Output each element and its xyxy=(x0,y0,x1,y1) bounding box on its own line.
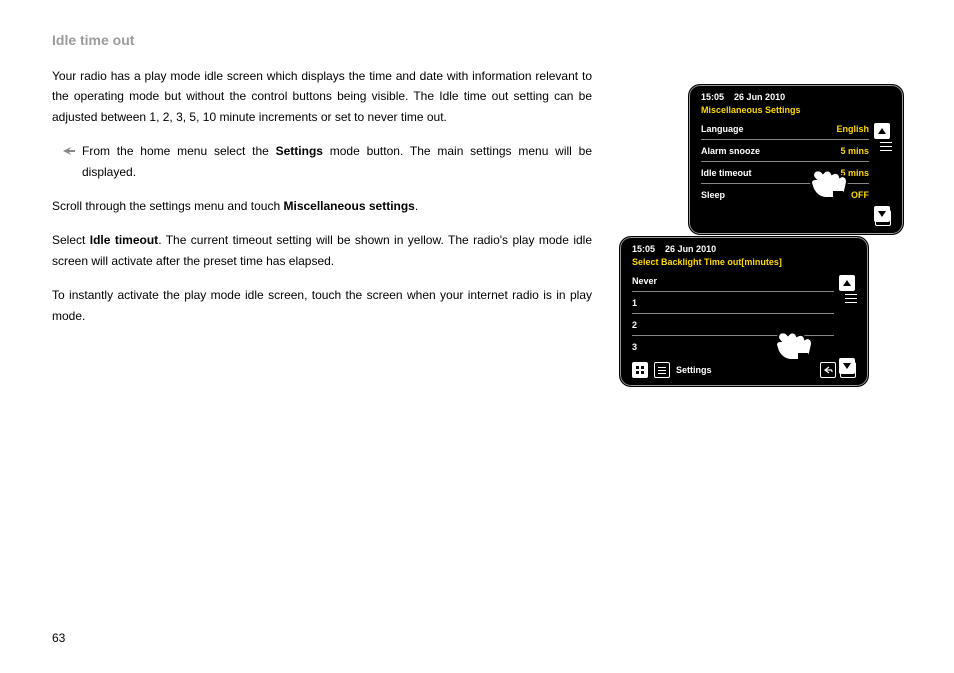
scroll-track xyxy=(845,294,849,355)
scroll-track xyxy=(880,142,884,203)
list-mode-button[interactable] xyxy=(654,362,670,378)
row-label: Never xyxy=(632,276,657,286)
step-1: From the home menu select the Settings m… xyxy=(52,141,592,182)
list-item[interactable]: Sleep OFF xyxy=(701,184,869,206)
intro-paragraph: Your radio has a play mode idle screen w… xyxy=(52,66,592,127)
status-time: 15:05 xyxy=(632,244,655,254)
status-date: 26 Jun 2010 xyxy=(734,92,785,102)
pointer-icon xyxy=(62,143,76,163)
status-date: 26 Jun 2010 xyxy=(665,244,716,254)
row-value: 5 mins xyxy=(840,146,869,156)
row-label: Sleep xyxy=(701,190,725,200)
row-label: 2 xyxy=(632,320,637,330)
list-item[interactable]: Language English xyxy=(701,118,869,140)
device-screen-timeout-select: 15:05 26 Jun 2010 Select Backlight Time … xyxy=(619,236,869,387)
page-title: Idle time out xyxy=(52,32,902,48)
grid-button[interactable] xyxy=(632,362,648,378)
status-bar: 15:05 26 Jun 2010 xyxy=(693,89,899,104)
list-item[interactable]: 3 xyxy=(632,336,834,358)
row-label: Idle timeout xyxy=(701,168,752,178)
scroll-up-button[interactable] xyxy=(874,123,890,139)
status-time: 15:05 xyxy=(701,92,724,102)
screen-heading: Select Backlight Time out[minutes] xyxy=(632,257,782,267)
list-item[interactable]: 1 xyxy=(632,292,834,314)
status-bar: 15:05 26 Jun 2010 xyxy=(624,241,864,256)
screen-heading: Miscellaneous Settings xyxy=(701,105,801,115)
timeout-list: Never 1 2 3 xyxy=(624,270,842,358)
row-value: OFF xyxy=(851,190,869,200)
list-item[interactable]: Alarm snooze 5 mins xyxy=(701,140,869,162)
list-item[interactable]: Idle timeout 5 mins xyxy=(701,162,869,184)
breadcrumb-label: Settings xyxy=(676,365,712,375)
paragraph-4: To instantly activate the play mode idle… xyxy=(52,285,592,326)
device-screen-misc-settings: 15:05 26 Jun 2010 Miscellaneous Settings… xyxy=(688,84,904,235)
scroll-up-button[interactable] xyxy=(839,275,855,291)
paragraph-2: Scroll through the settings menu and tou… xyxy=(52,196,592,216)
settings-list: Language English Alarm snooze 5 mins Idl… xyxy=(693,118,877,206)
body-text: Your radio has a play mode idle screen w… xyxy=(52,66,592,326)
list-item[interactable]: 2 xyxy=(632,314,834,336)
scroll-down-button[interactable] xyxy=(874,206,890,222)
row-label: Language xyxy=(701,124,744,134)
list-item[interactable]: Never xyxy=(632,270,834,292)
row-label: 3 xyxy=(632,342,637,352)
row-label: Alarm snooze xyxy=(701,146,760,156)
page-number: 63 xyxy=(52,631,65,645)
paragraph-3: Select Idle timeout. The current timeout… xyxy=(52,230,592,271)
row-label: 1 xyxy=(632,298,637,308)
row-value: English xyxy=(836,124,869,134)
row-value: 5 mins xyxy=(840,168,869,178)
scroll-down-button[interactable] xyxy=(839,358,855,374)
back-button[interactable] xyxy=(820,362,836,378)
